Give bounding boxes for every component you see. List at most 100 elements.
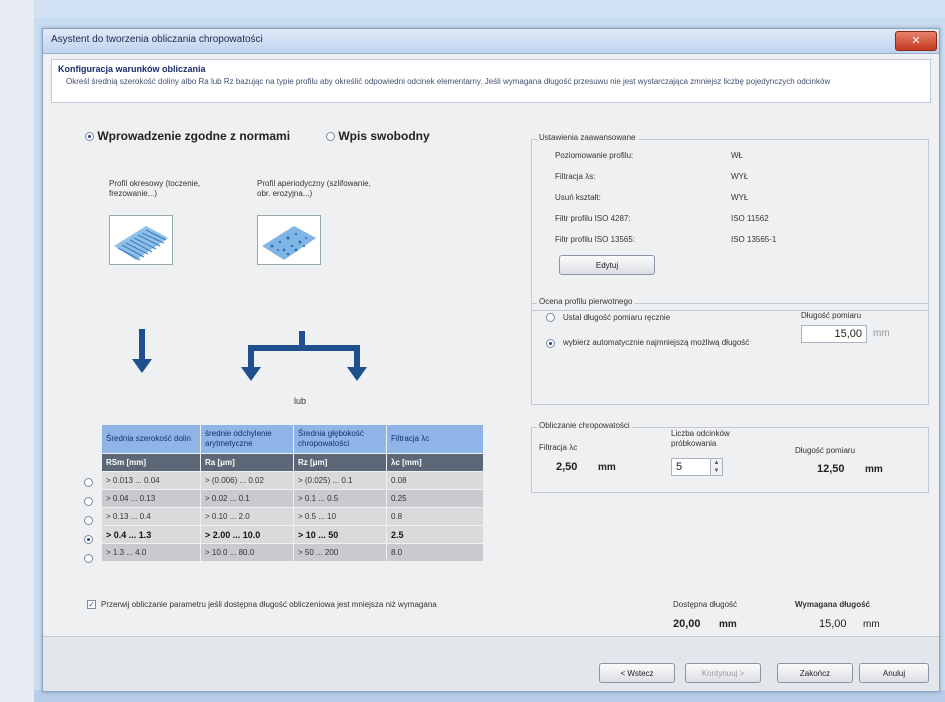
table-header-cell: Średnia głębokość chropowatości	[293, 424, 387, 454]
table-unit-cell: Rz [μm]	[293, 453, 387, 472]
table-cell: 0.8	[386, 507, 484, 526]
advanced-value: WYŁ	[731, 193, 749, 202]
samples-input[interactable]: 5 ▲ ▼	[671, 458, 723, 476]
table-cell: > 0.10 ... 2.0	[200, 507, 294, 526]
row-radio-5[interactable]	[84, 554, 93, 563]
table-cell: 0.08	[386, 471, 484, 490]
table-unit-cell: RSm [mm]	[101, 453, 201, 472]
table-header-cell: średnie odchylenie arytmetyczne	[200, 424, 294, 454]
advanced-settings-title: Ustawienia zaawansowane	[537, 133, 638, 142]
table-row[interactable]: > 0.04 ... 0.13 > 0.02 ... 0.1 > 0.1 ...…	[101, 489, 484, 508]
advanced-value: ISO 13565-1	[731, 235, 777, 244]
mode-norm-radio[interactable]	[85, 132, 94, 142]
advanced-label: Poziomowanie profilu:	[555, 151, 634, 160]
mode-free-radio[interactable]	[326, 132, 335, 142]
required-length-unit: mm	[863, 619, 880, 630]
table-header-row: Średnia szerokość dolin średnie odchylen…	[101, 424, 484, 454]
wizard-header: Konfiguracja warunków obliczania Określ …	[51, 59, 931, 103]
row-radio-1[interactable]	[84, 478, 93, 487]
samples-spinner[interactable]: ▲ ▼	[710, 459, 722, 475]
mode-norm-option[interactable]: Wprowadzenie zgodne z normami	[85, 129, 290, 143]
auto-length-radio[interactable]	[546, 339, 555, 348]
roughness-table: Średnia szerokość dolin średnie odchylen…	[101, 424, 484, 562]
table-row-selected[interactable]: > 0.4 ... 1.3 > 2.00 ... 10.0 > 10 ... 5…	[101, 525, 484, 544]
background-window-edge	[0, 0, 34, 702]
table-header-cell: Średnia szerokość dolin	[101, 424, 201, 454]
advanced-label: Filtracja λs:	[555, 172, 596, 181]
aperiodic-profile-image	[257, 215, 321, 265]
table-cell: > 0.013 ... 0.04	[101, 471, 201, 490]
available-length-unit: mm	[719, 619, 737, 630]
samples-value: 5	[676, 461, 683, 473]
auto-length-label: wybierz automatycznie najmniejszą możliw…	[563, 338, 750, 347]
row-radio-4[interactable]	[84, 535, 93, 544]
advanced-value: ISO 11562	[731, 214, 769, 223]
title-bar: Asystent do tworzenia obliczania chropow…	[43, 29, 939, 54]
table-cell: 8.0	[386, 543, 484, 562]
table-cell: > 0.04 ... 0.13	[101, 489, 201, 508]
mode-norm-label: Wprowadzenie zgodne z normami	[97, 129, 291, 143]
table-row[interactable]: > 1.3 ... 4.0 > 10.0 ... 80.0 > 50 ... 2…	[101, 543, 484, 562]
finish-button[interactable]: Zakończ	[777, 663, 853, 683]
aperiodic-profile-label: Profil aperiodyczny (szlifowanie, obr. e…	[257, 179, 371, 198]
required-length-label: Wymagana długość	[795, 600, 870, 609]
skip-calc-checkbox[interactable]: ✓	[87, 600, 96, 609]
next-button[interactable]: Kontynuuj >	[685, 663, 761, 683]
advanced-label: Filtr profilu ISO 4287:	[555, 214, 631, 223]
advanced-settings-group	[531, 139, 929, 311]
spin-up-icon[interactable]: ▲	[711, 459, 722, 467]
table-cell: > 0.4 ... 1.3	[101, 525, 201, 544]
mode-free-label: Wpis swobodny	[338, 129, 430, 143]
advanced-label: Usuń kształt:	[555, 193, 601, 202]
row-radio-3[interactable]	[84, 516, 93, 525]
aperiodic-profile-surface	[262, 226, 316, 260]
filter-label: Filtracja λc	[539, 443, 578, 452]
desktop-top-strip	[0, 0, 945, 18]
row-radio-2[interactable]	[84, 497, 93, 506]
table-row[interactable]: > 0.13 ... 0.4 > 0.10 ... 2.0 > 0.5 ... …	[101, 507, 484, 526]
back-button[interactable]: < Wstecz	[599, 663, 675, 683]
table-cell: 2.5	[386, 525, 484, 544]
table-cell: > 0.13 ... 0.4	[101, 507, 201, 526]
spin-down-icon[interactable]: ▼	[711, 467, 722, 475]
table-unit-cell: λc [mm]	[386, 453, 484, 472]
table-row[interactable]: > 0.013 ... 0.04 > (0.006) ... 0.02 > (0…	[101, 471, 484, 490]
table-cell: > 0.1 ... 0.5	[293, 489, 387, 508]
filter-unit: mm	[598, 462, 616, 473]
table-cell: > 10.0 ... 80.0	[200, 543, 294, 562]
close-icon: ✕	[911, 35, 921, 47]
manual-length-label: Ustal długość pomiaru ręcznie	[563, 313, 671, 322]
table-cell: > 0.5 ... 10	[293, 507, 387, 526]
advanced-label: Filtr profilu ISO 13565:	[555, 235, 636, 244]
cancel-button[interactable]: Anuluj	[859, 663, 929, 683]
table-cell: > 1.3 ... 4.0	[101, 543, 201, 562]
table-unit-cell: Ra [μm]	[200, 453, 294, 472]
header-description: Określ średnią szerokość doliny albo Ra …	[66, 77, 831, 86]
wizard-window: Asystent do tworzenia obliczania chropow…	[42, 28, 940, 692]
required-length-value: 15,00	[819, 618, 847, 630]
table-cell: > 0.02 ... 0.1	[200, 489, 294, 508]
edit-button[interactable]: Edytuj	[559, 255, 655, 275]
periodic-profile-surface	[114, 226, 168, 261]
roughness-length-unit: mm	[865, 464, 883, 475]
filter-value: 2,50	[556, 461, 578, 473]
window-title: Asystent do tworzenia obliczania chropow…	[51, 34, 263, 45]
primary-length-input[interactable]: 15,00	[801, 325, 867, 343]
available-length-value: 20,00	[673, 618, 701, 630]
manual-length-radio[interactable]	[546, 313, 555, 322]
periodic-profile-image	[109, 215, 173, 265]
primary-length-unit: mm	[873, 328, 890, 339]
mode-free-option[interactable]: Wpis swobodny	[326, 129, 430, 143]
table-cell: > (0.006) ... 0.02	[200, 471, 294, 490]
or-label: lub	[294, 396, 307, 406]
wizard-footer: < Wstecz Kontynuuj > Zakończ Anuluj	[43, 637, 939, 691]
available-length-label: Dostępna długość	[673, 600, 738, 609]
advanced-value: WYŁ	[731, 172, 749, 181]
table-cell: > (0.025) ... 0.1	[293, 471, 387, 490]
table-cell: > 50 ... 200	[293, 543, 387, 562]
periodic-profile-label: Profil okresowy (toczenie, frezowanie...…	[109, 179, 201, 198]
table-cell: > 2.00 ... 10.0	[200, 525, 294, 544]
table-units-row: RSm [mm] Ra [μm] Rz [μm] λc [mm]	[101, 453, 484, 472]
table-cell: > 10 ... 50	[293, 525, 387, 544]
close-button[interactable]: ✕	[895, 31, 937, 51]
